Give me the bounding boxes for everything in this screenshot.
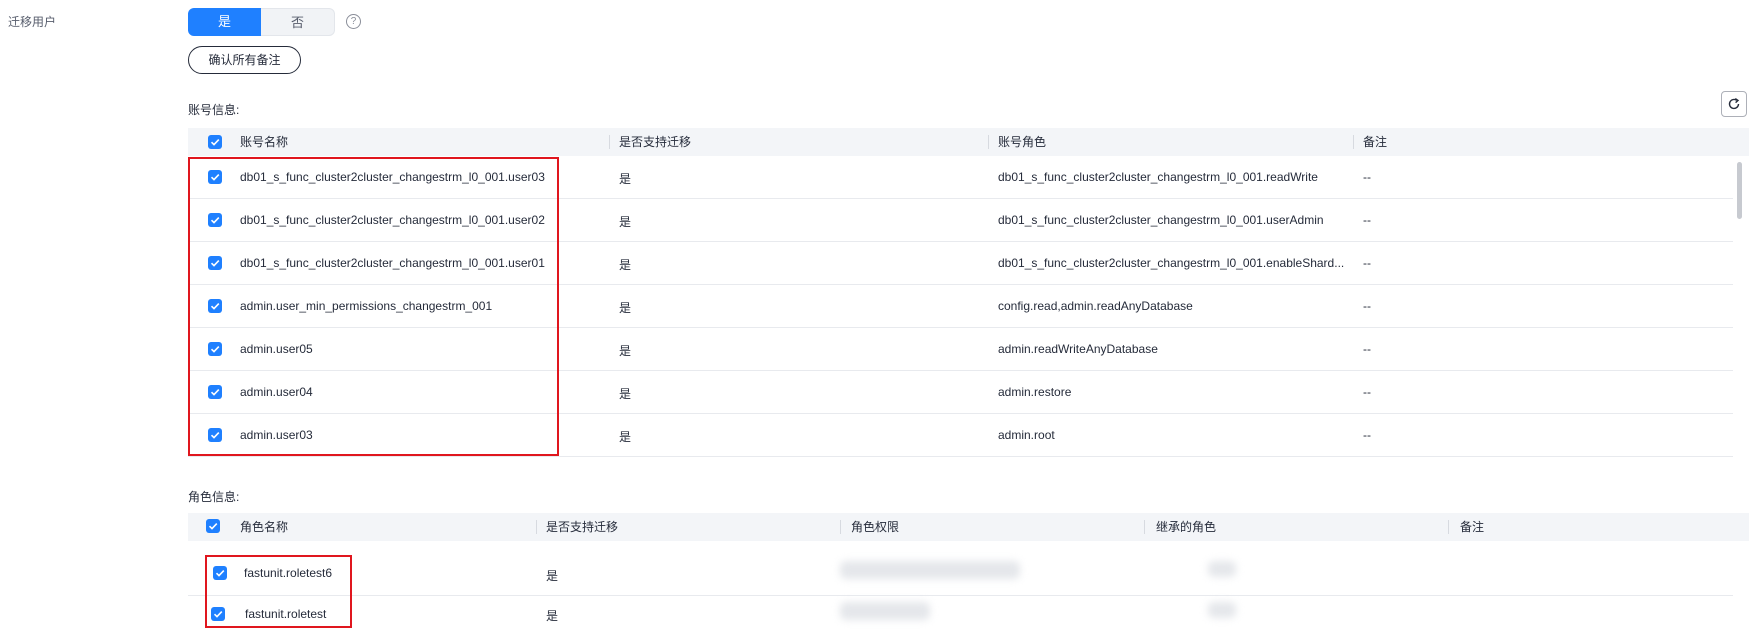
- roles-table-header: 角色名称 是否支持迁移 角色权限 继承的角色 备注: [188, 513, 1749, 541]
- account-role: admin.root: [998, 428, 1055, 442]
- account-role: db01_s_func_cluster2cluster_changestrm_l…: [998, 256, 1345, 270]
- migration-supported: 是: [619, 344, 632, 358]
- refresh-icon: [1728, 98, 1740, 110]
- migration-supported: 是: [619, 258, 632, 272]
- account-role: admin.restore: [998, 385, 1072, 399]
- column-header-remark: 备注: [1363, 135, 1388, 149]
- table-row[interactable]: fastunit.roletest6 是: [188, 551, 1733, 596]
- blurred-role-privileges: [840, 561, 1020, 579]
- remark: --: [1363, 342, 1371, 356]
- migration-supported: 是: [619, 430, 632, 444]
- column-header-role-migration-supported: 是否支持迁移: [546, 520, 619, 534]
- accounts-table-header: 账号名称 是否支持迁移 账号角色 备注: [188, 128, 1749, 156]
- migration-supported: 是: [619, 301, 632, 315]
- account-role: config.read,admin.readAnyDatabase: [998, 299, 1193, 313]
- roles-section-title: 角色信息:: [188, 490, 240, 504]
- role-migration-supported: 是: [546, 609, 559, 623]
- blurred-role-privileges: [840, 602, 930, 620]
- migrate-user-label: 迁移用户: [8, 15, 57, 29]
- column-header-role-privileges: 角色权限: [851, 520, 900, 534]
- remark: --: [1363, 385, 1371, 399]
- migration-supported: 是: [619, 215, 632, 229]
- roles-table: 角色名称 是否支持迁移 角色权限 继承的角色 备注 fastunit.rolet…: [188, 513, 1749, 639]
- question-circle-icon[interactable]: ?: [346, 14, 361, 29]
- blurred-inherited-roles: [1208, 602, 1236, 618]
- remark: --: [1363, 170, 1371, 184]
- account-role: db01_s_func_cluster2cluster_changestrm_l…: [998, 170, 1318, 184]
- column-header-inherited-roles: 继承的角色: [1156, 520, 1217, 534]
- confirm-all-remarks-button[interactable]: 确认所有备注: [188, 46, 301, 74]
- accounts-section-title: 账号信息:: [188, 103, 240, 117]
- highlight-box-roles: [205, 555, 352, 628]
- remark: --: [1363, 299, 1371, 313]
- select-all-accounts-checkbox[interactable]: [208, 135, 222, 149]
- account-role: db01_s_func_cluster2cluster_changestrm_l…: [998, 213, 1324, 227]
- column-header-account-name: 账号名称: [240, 135, 289, 149]
- column-header-role-name: 角色名称: [240, 520, 289, 534]
- migrate-yes-option[interactable]: 是: [188, 8, 261, 36]
- migration-supported: 是: [619, 172, 632, 186]
- migrate-no-option[interactable]: 否: [261, 8, 335, 36]
- migrate-user-toggle: 是 否: [188, 8, 335, 36]
- migration-supported: 是: [619, 387, 632, 401]
- accounts-table-scrollbar[interactable]: [1737, 162, 1742, 219]
- account-role: admin.readWriteAnyDatabase: [998, 342, 1158, 356]
- remark: --: [1363, 213, 1371, 227]
- remark: --: [1363, 256, 1371, 270]
- highlight-box-accounts: [188, 157, 559, 456]
- blurred-inherited-roles: [1208, 561, 1236, 577]
- role-migration-supported: 是: [546, 569, 559, 583]
- select-all-roles-checkbox[interactable]: [206, 519, 220, 533]
- refresh-button[interactable]: [1721, 91, 1747, 117]
- table-row[interactable]: fastunit.roletest 是: [188, 596, 1733, 639]
- column-header-migration-supported: 是否支持迁移: [619, 135, 692, 149]
- remark: --: [1363, 428, 1371, 442]
- column-header-account-role: 账号角色: [998, 135, 1047, 149]
- column-header-role-remark: 备注: [1460, 520, 1485, 534]
